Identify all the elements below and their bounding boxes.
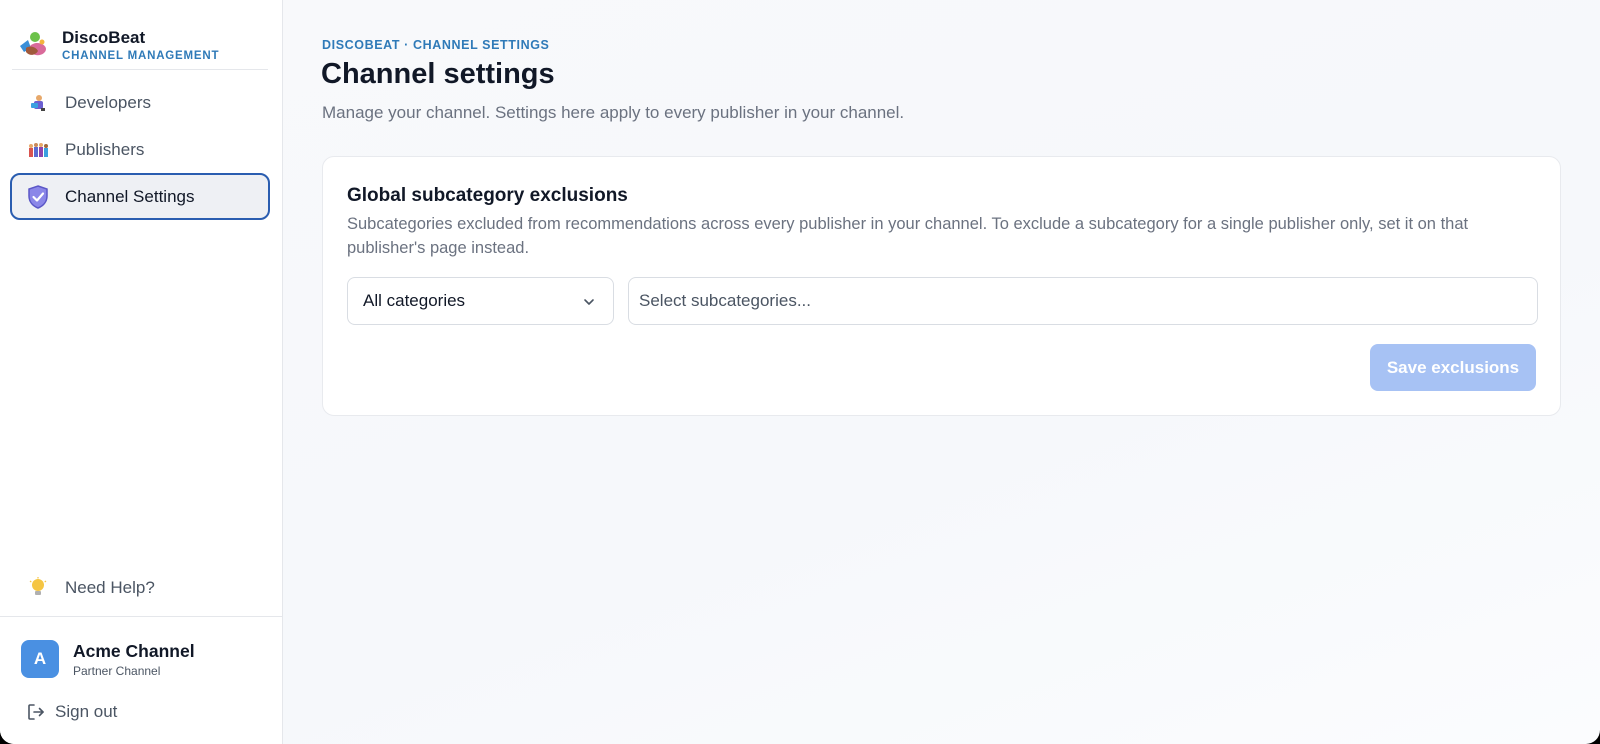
account-name: Acme Channel (73, 640, 195, 661)
sidebar-item-label: Channel Settings (65, 186, 195, 206)
avatar: A (21, 640, 59, 678)
divider (12, 69, 268, 70)
developers-icon (27, 92, 49, 114)
app-window: DiscoBeat CHANNEL MANAGEMENT Developers (0, 0, 1600, 744)
category-select-value: All categories (363, 291, 466, 310)
need-help-link[interactable]: Need Help? (10, 565, 270, 611)
breadcrumb: DISCOBEAT · CHANNEL SETTINGS (322, 38, 550, 52)
page-title: Channel settings (321, 58, 555, 90)
sidebar-item-channel-settings[interactable]: Channel Settings (10, 173, 270, 220)
publishers-icon (27, 139, 49, 161)
account-card[interactable]: A Acme Channel Partner Channel (21, 640, 195, 678)
lightbulb-icon (27, 577, 49, 599)
subcategory-input[interactable] (628, 277, 1538, 325)
divider (0, 616, 282, 617)
page-subtitle: Manage your channel. Settings here apply… (322, 103, 905, 122)
sign-out-label: Sign out (55, 702, 118, 721)
brand[interactable]: DiscoBeat CHANNEL MANAGEMENT (0, 0, 282, 70)
discobeat-logo-icon (16, 28, 50, 62)
sidebar-item-label: Developers (65, 92, 151, 112)
card-title: Global subcategory exclusions (347, 185, 628, 206)
need-help-label: Need Help? (65, 578, 155, 597)
sidebar: DiscoBeat CHANNEL MANAGEMENT Developers (0, 0, 283, 744)
card-description: Subcategories excluded from recommendati… (347, 215, 1469, 257)
sign-out-icon (26, 702, 46, 722)
sidebar-item-developers[interactable]: Developers (10, 79, 270, 126)
brand-subtitle: CHANNEL MANAGEMENT (62, 50, 220, 62)
sign-out-button[interactable]: Sign out (26, 702, 117, 722)
shield-icon (27, 184, 49, 209)
save-exclusions-button[interactable]: Save exclusions (1370, 344, 1536, 391)
sidebar-item-publishers[interactable]: Publishers (10, 126, 270, 173)
sidebar-nav: Developers Publishers Channel Settings (10, 79, 270, 220)
global-exclusions-card: Global subcategory exclusions Subcategor… (322, 156, 1561, 416)
main-content: DISCOBEAT · CHANNEL SETTINGS Channel set… (283, 0, 1600, 744)
account-role: Partner Channel (73, 663, 161, 678)
sidebar-item-label: Publishers (65, 139, 145, 159)
brand-name: DiscoBeat (62, 28, 146, 47)
chevron-down-icon (581, 294, 597, 310)
category-select[interactable]: All categories (347, 277, 614, 325)
